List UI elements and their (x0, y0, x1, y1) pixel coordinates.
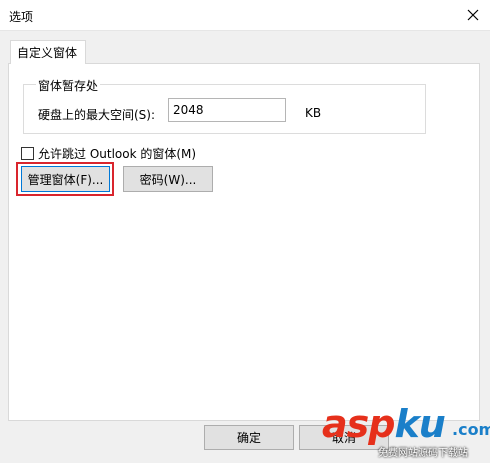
tab-panel: 窗体暂存处 硬盘上的最大空间(S): KB 允许跳过 Outlook 的窗体(M… (8, 63, 480, 421)
ok-button[interactable]: 确定 (204, 425, 294, 450)
max-space-input[interactable] (168, 98, 286, 122)
password-button[interactable]: 密码(W)... (123, 166, 213, 192)
watermark-suffix: .com (452, 420, 490, 439)
form-cache-group: 窗体暂存处 硬盘上的最大空间(S): KB (23, 77, 426, 134)
allow-skip-checkbox[interactable] (21, 147, 34, 160)
window-title: 选项 (9, 10, 34, 24)
close-button[interactable] (456, 0, 490, 30)
watermark-tagline: 免费网站源码下载站 (378, 448, 468, 459)
manage-forms-label: 管理窗体(F)... (27, 172, 104, 187)
cancel-button[interactable]: 取消 (299, 425, 389, 450)
cancel-label: 取消 (331, 431, 356, 445)
unit-label: KB (305, 106, 322, 120)
allow-skip-label: 允许跳过 Outlook 的窗体(M) (38, 147, 197, 161)
password-label: 密码(W)... (139, 172, 197, 187)
tab-custom-forms[interactable]: 自定义窗体 (10, 40, 86, 64)
manage-forms-button[interactable]: 管理窗体(F)... (21, 166, 110, 192)
group-legend: 窗体暂存处 (36, 77, 101, 94)
max-space-label: 硬盘上的最大空间(S): (38, 108, 156, 122)
tab-custom-forms-label: 自定义窗体 (17, 46, 78, 60)
allow-skip-row[interactable]: 允许跳过 Outlook 的窗体(M) (21, 145, 196, 162)
close-icon (467, 9, 479, 21)
ok-label: 确定 (236, 431, 261, 445)
title-bar: 选项 (0, 0, 490, 31)
